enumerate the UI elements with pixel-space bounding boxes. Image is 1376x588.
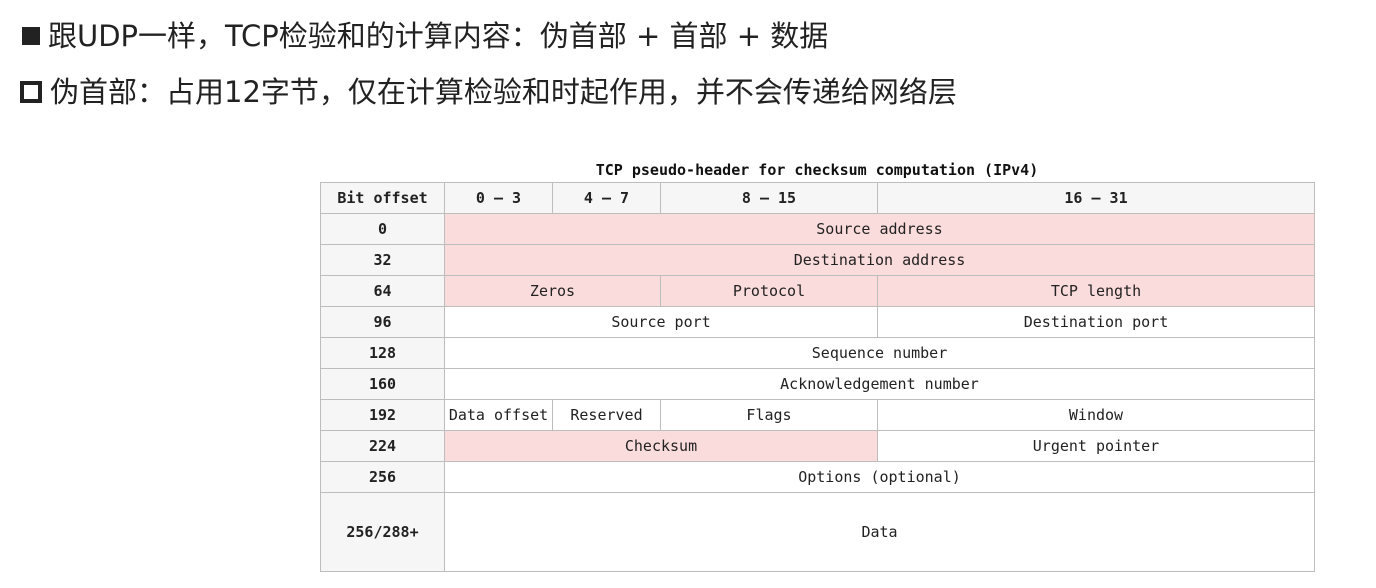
row-offset: 256 <box>320 461 445 493</box>
cell-tcp-length: TCP length <box>877 275 1315 307</box>
table-row: 256/288+ Data <box>320 492 1315 572</box>
cell-zeros: Zeros <box>444 275 661 307</box>
row-offset: 64 <box>320 275 445 307</box>
row-offset: 32 <box>320 244 445 276</box>
cell-options: Options (optional) <box>444 461 1315 493</box>
row-offset: 160 <box>320 368 445 400</box>
cell-reserved: Reserved <box>552 399 661 431</box>
table-caption: TCP pseudo-header for checksum computati… <box>595 161 1039 179</box>
cell-checksum: Checksum <box>444 430 878 462</box>
bullet-text: 跟UDP一样，TCP检验和的计算内容：伪首部 + 首部 + 数据 <box>48 19 829 53</box>
table-row: 32 Destination address <box>320 244 1315 276</box>
table-row: 224 Checksum Urgent pointer <box>320 430 1315 462</box>
cell-sequence-number: Sequence number <box>444 337 1315 369</box>
filled-square-bullet-icon <box>22 27 40 45</box>
header-bits-0-3: 0 – 3 <box>444 182 553 214</box>
row-offset: 128 <box>320 337 445 369</box>
table-header-row: Bit offset 0 – 3 4 – 7 8 – 15 16 – 31 <box>320 182 1315 214</box>
cell-data-offset: Data offset <box>444 399 553 431</box>
cell-data: Data <box>444 492 1315 572</box>
table-row: 64 Zeros Protocol TCP length <box>320 275 1315 307</box>
table-row: 0 Source address <box>320 213 1315 245</box>
cell-protocol: Protocol <box>660 275 878 307</box>
table-row: 96 Source port Destination port <box>320 306 1315 338</box>
cell-urgent-pointer: Urgent pointer <box>877 430 1315 462</box>
bullet-text: 伪首部：占用12字节，仅在计算检验和时起作用，并不会传递给网络层 <box>50 75 957 109</box>
row-offset: 256/288+ <box>320 492 445 572</box>
row-offset: 192 <box>320 399 445 431</box>
table-row: 192 Data offset Reserved Flags Window <box>320 399 1315 431</box>
cell-source-address: Source address <box>444 213 1315 245</box>
table-row: 128 Sequence number <box>320 337 1315 369</box>
row-offset: 96 <box>320 306 445 338</box>
header-bits-4-7: 4 – 7 <box>552 182 661 214</box>
cell-source-port: Source port <box>444 306 878 338</box>
header-bits-16-31: 16 – 31 <box>877 182 1315 214</box>
row-offset: 224 <box>320 430 445 462</box>
table-row: 160 Acknowledgement number <box>320 368 1315 400</box>
cell-destination-port: Destination port <box>877 306 1315 338</box>
header-bit-offset: Bit offset <box>320 182 445 214</box>
cell-acknowledgement-number: Acknowledgement number <box>444 368 1315 400</box>
cell-flags: Flags <box>660 399 878 431</box>
header-bits-8-15: 8 – 15 <box>660 182 878 214</box>
bullet-line-pseudo-header: 伪首部：占用12字节，仅在计算检验和时起作用，并不会传递给网络层 <box>18 72 957 112</box>
cell-window: Window <box>877 399 1315 431</box>
table-row: 256 Options (optional) <box>320 461 1315 493</box>
bullet-line-checksum-content: 跟UDP一样，TCP检验和的计算内容：伪首部 + 首部 + 数据 <box>18 16 828 56</box>
row-offset: 0 <box>320 213 445 245</box>
tcp-pseudo-header-table: Bit offset 0 – 3 4 – 7 8 – 15 16 – 31 0 … <box>320 182 1315 572</box>
cell-destination-address: Destination address <box>444 244 1315 276</box>
hollow-square-bullet-icon <box>20 81 42 103</box>
